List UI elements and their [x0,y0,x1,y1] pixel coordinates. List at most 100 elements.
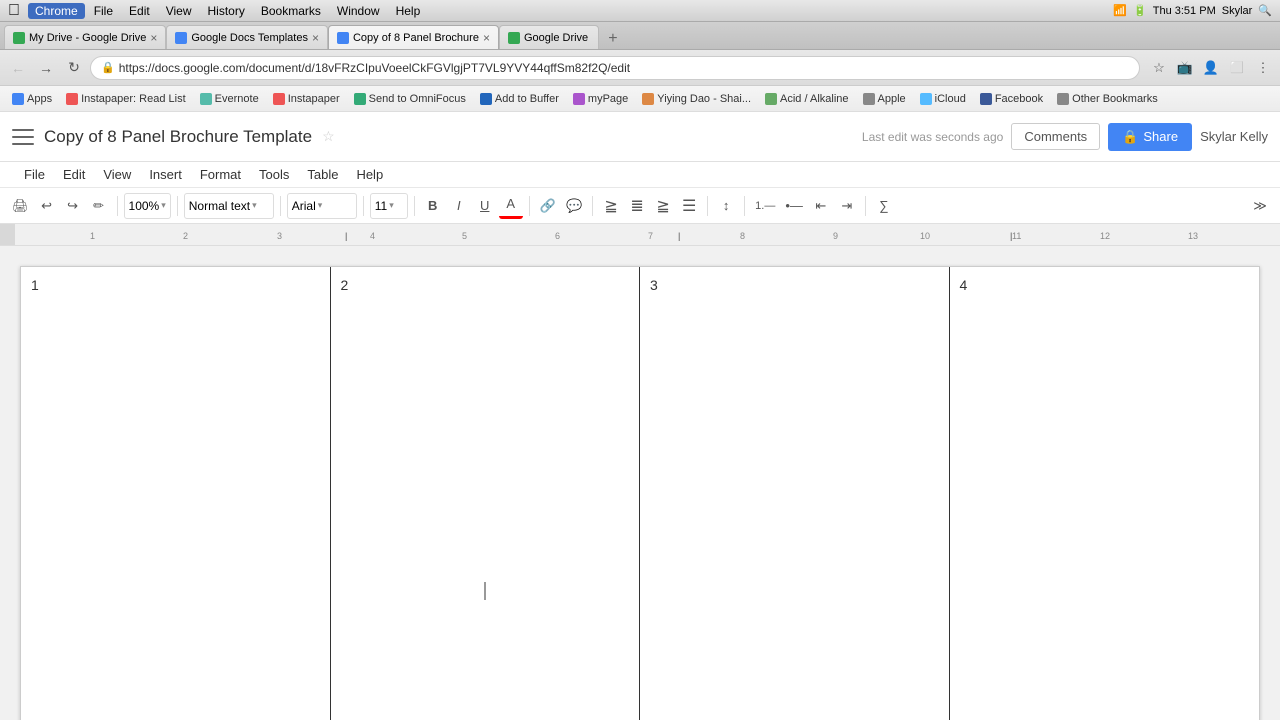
bookmark-buffer[interactable]: Add to Buffer [474,89,565,109]
docs-help-menu[interactable]: Help [348,165,391,184]
help-menu[interactable]: Help [389,3,428,19]
settings-icon[interactable]: ⋮ [1252,57,1274,79]
font-select[interactable]: Arial ▾ [287,193,357,219]
insert-link-button[interactable]: 🔗 [536,193,560,219]
bookmark-evernote[interactable]: Evernote [194,89,265,109]
svg-text:3: 3 [277,231,282,241]
align-right-button[interactable]: ≧ [651,193,675,219]
underline-button[interactable]: U [473,193,497,219]
bookmark-apple[interactable]: Apple [857,89,912,109]
apps-favicon [12,93,24,105]
formula-button[interactable]: ∑ [872,193,896,219]
redo-button[interactable]: ↪ [61,193,85,219]
expand-toolbar-button[interactable]: ≫ [1248,193,1272,219]
bookmark-mypage[interactable]: myPage [567,89,634,109]
user-profile-icon[interactable]: 👤 [1200,57,1222,79]
doc-canvas[interactable]: 1 2 3 4 [0,246,1280,720]
bookmarks-menu[interactable]: Bookmarks [254,3,328,19]
italic-button[interactable]: I [447,193,471,219]
print-button[interactable]: 🖨 [8,193,33,219]
line-spacing-button[interactable]: ↕ [714,193,738,219]
address-bar[interactable]: 🔒 https://docs.google.com/document/d/18v… [90,56,1140,80]
docs-insert-menu[interactable]: Insert [141,165,190,184]
back-button[interactable]: ← [6,56,30,80]
panel-2[interactable]: 2 [331,267,641,720]
bookmark-other[interactable]: Other Bookmarks [1051,89,1164,109]
bookmark-icloud[interactable]: iCloud [914,89,972,109]
panel-4[interactable]: 4 [950,267,1260,720]
new-tab-button[interactable]: + [601,29,625,49]
docs-tools-menu[interactable]: Tools [251,165,297,184]
bookmark-instapaper-read[interactable]: Instapaper: Read List [60,89,192,109]
docs-edit-menu[interactable]: Edit [55,165,93,184]
insert-comment-button[interactable]: 💬 [562,193,586,219]
url-text[interactable]: https://docs.google.com/document/d/18vFR… [119,61,1129,75]
edit-menu[interactable]: Edit [122,3,157,19]
docs-file-menu[interactable]: File [16,165,53,184]
apple-menu[interactable]:  [8,2,20,20]
toolbar-right: ≫ [1248,193,1272,219]
tab-2[interactable]: Google Docs Templates × [166,25,328,49]
history-menu[interactable]: History [201,3,252,19]
panel-4-number: 4 [960,277,968,293]
docs-header-right: Last edit was seconds ago Comments 🔒 Sha… [862,123,1268,151]
bookmark-instapaper[interactable]: Instapaper [267,89,346,109]
bullet-list-button[interactable]: •— [781,193,807,219]
view-menu[interactable]: View [159,3,199,19]
bookmark-facebook[interactable]: Facebook [974,89,1049,109]
align-center-button[interactable]: ≣ [625,193,649,219]
share-button[interactable]: 🔒 Share [1108,123,1192,151]
text-color-button[interactable]: A [499,193,523,219]
user-avatar[interactable]: Skylar Kelly [1200,129,1268,144]
docs-view-menu[interactable]: View [95,165,139,184]
docs-star[interactable]: ☆ [322,128,335,145]
panel-3[interactable]: 3 [640,267,950,720]
wifi-icon[interactable]: 📶 [1113,4,1127,17]
user-name[interactable]: Skylar [1222,5,1253,17]
docs-format-menu[interactable]: Format [192,165,249,184]
svg-text:|: | [678,231,681,241]
spotlight-icon[interactable]: 🔍 [1258,4,1272,17]
tab-2-close[interactable]: × [312,31,319,45]
refresh-button[interactable]: ↻ [62,56,86,80]
justify-button[interactable]: ☰ [677,193,701,219]
tab-3-close[interactable]: × [483,31,490,45]
zoom-select[interactable]: 100% ▾ [124,193,171,219]
ruler: 1 2 3 | 4 5 6 7 | 8 9 10 | 11 12 13 [0,224,1280,246]
forward-button[interactable]: → [34,56,58,80]
bold-button[interactable]: B [421,193,445,219]
tab-1[interactable]: My Drive - Google Drive × [4,25,166,49]
bookmark-yiying[interactable]: Yiying Dao - Shai... [636,89,757,109]
bookmark-acid[interactable]: Acid / Alkaline [759,89,854,109]
comments-button[interactable]: Comments [1011,123,1100,150]
font-size-select[interactable]: 11 ▾ [370,193,408,219]
toolbar-divider-1 [117,196,118,216]
bookmark-acid-label: Acid / Alkaline [780,93,848,105]
chrome-cast-icon[interactable]: 📺 [1174,57,1196,79]
increase-indent-button[interactable]: ⇥ [835,193,859,219]
window-menu[interactable]: Window [330,3,387,19]
bookmark-apps[interactable]: Apps [6,89,58,109]
file-menu[interactable]: File [87,3,120,19]
bookmark-star-icon[interactable]: ☆ [1148,57,1170,79]
chrome-menu[interactable]: Chrome [28,3,85,19]
docs-toolbar: 🖨 ↩ ↪ ✏ 100% ▾ Normal text ▾ Arial ▾ 11 [0,188,1280,224]
panel-1[interactable]: 1 [21,267,331,720]
numbered-list-button[interactable]: 1.— [751,193,779,219]
tab-4[interactable]: Google Drive [499,25,599,49]
docs-table-menu[interactable]: Table [299,165,346,184]
tab-3[interactable]: Copy of 8 Panel Brochure × [328,25,499,49]
paint-format-button[interactable]: ✏ [87,193,111,219]
decrease-indent-button[interactable]: ⇤ [809,193,833,219]
tab-1-close[interactable]: × [150,31,157,45]
toolbar-divider-10 [865,196,866,216]
undo-button[interactable]: ↩ [35,193,59,219]
instapaper-favicon [66,93,78,105]
align-left-button[interactable]: ≧ [599,193,623,219]
style-select[interactable]: Normal text ▾ [184,193,274,219]
bookmark-omnifocus[interactable]: Send to OmniFocus [348,89,472,109]
toolbar-divider-5 [414,196,415,216]
extensions-icon[interactable]: ⬜ [1226,57,1248,79]
docs-menubar: File Edit View Insert Format Tools Table… [0,162,1280,188]
docs-menu-icon[interactable] [12,129,34,145]
